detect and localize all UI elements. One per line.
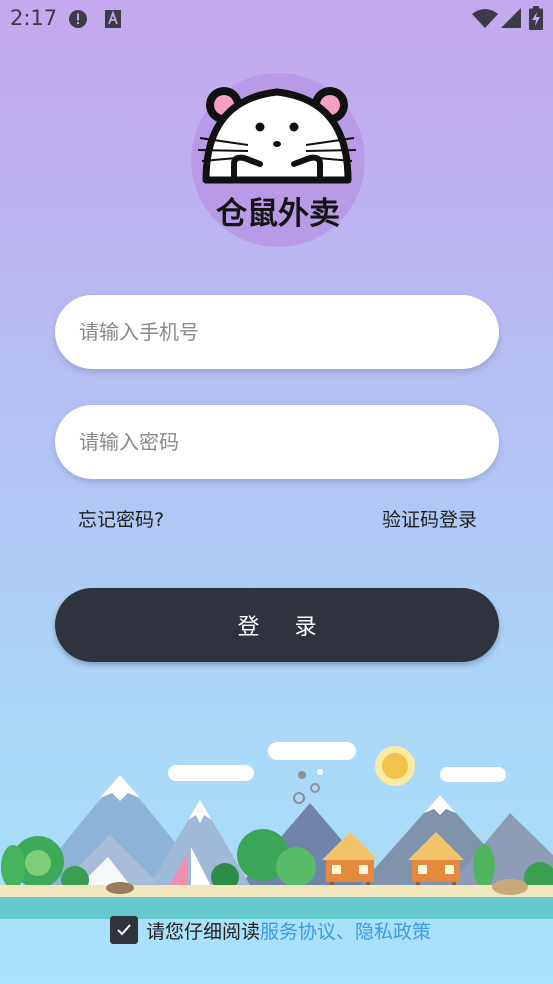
signal-icon (501, 8, 521, 28)
brand-name: 仓鼠外卖 (216, 196, 340, 232)
terms-link[interactable]: 服务协议 (260, 917, 336, 944)
agreement-separator: 、 (336, 920, 356, 943)
landscape-illustration (0, 742, 553, 919)
app-logo: 仓鼠外卖 (191, 73, 365, 247)
status-time: 2:17 (10, 6, 58, 30)
password-input[interactable] (55, 405, 499, 479)
status-bar: 2:17 (0, 0, 553, 38)
agreement-prefix: 请您仔细阅读 (146, 920, 261, 943)
login-button[interactable]: 登 录 (55, 588, 499, 662)
agreement-row: 请您仔细阅读 服务协议 、 隐私政策 (110, 915, 431, 945)
login-button-label: 登 录 (237, 615, 331, 640)
alert-icon (69, 10, 87, 28)
sms-login-link[interactable]: 验证码登录 (382, 505, 477, 532)
phone-input[interactable] (55, 295, 499, 369)
wifi-icon (472, 9, 498, 28)
keyboard-icon (105, 10, 121, 28)
checkmark-icon (117, 924, 131, 936)
privacy-link[interactable]: 隐私政策 (355, 917, 431, 944)
forgot-password-link[interactable]: 忘记密码? (78, 505, 164, 532)
agreement-checkbox[interactable] (110, 916, 138, 944)
phone-field[interactable] (55, 295, 499, 369)
battery-icon (529, 6, 543, 30)
password-field[interactable] (55, 405, 499, 479)
